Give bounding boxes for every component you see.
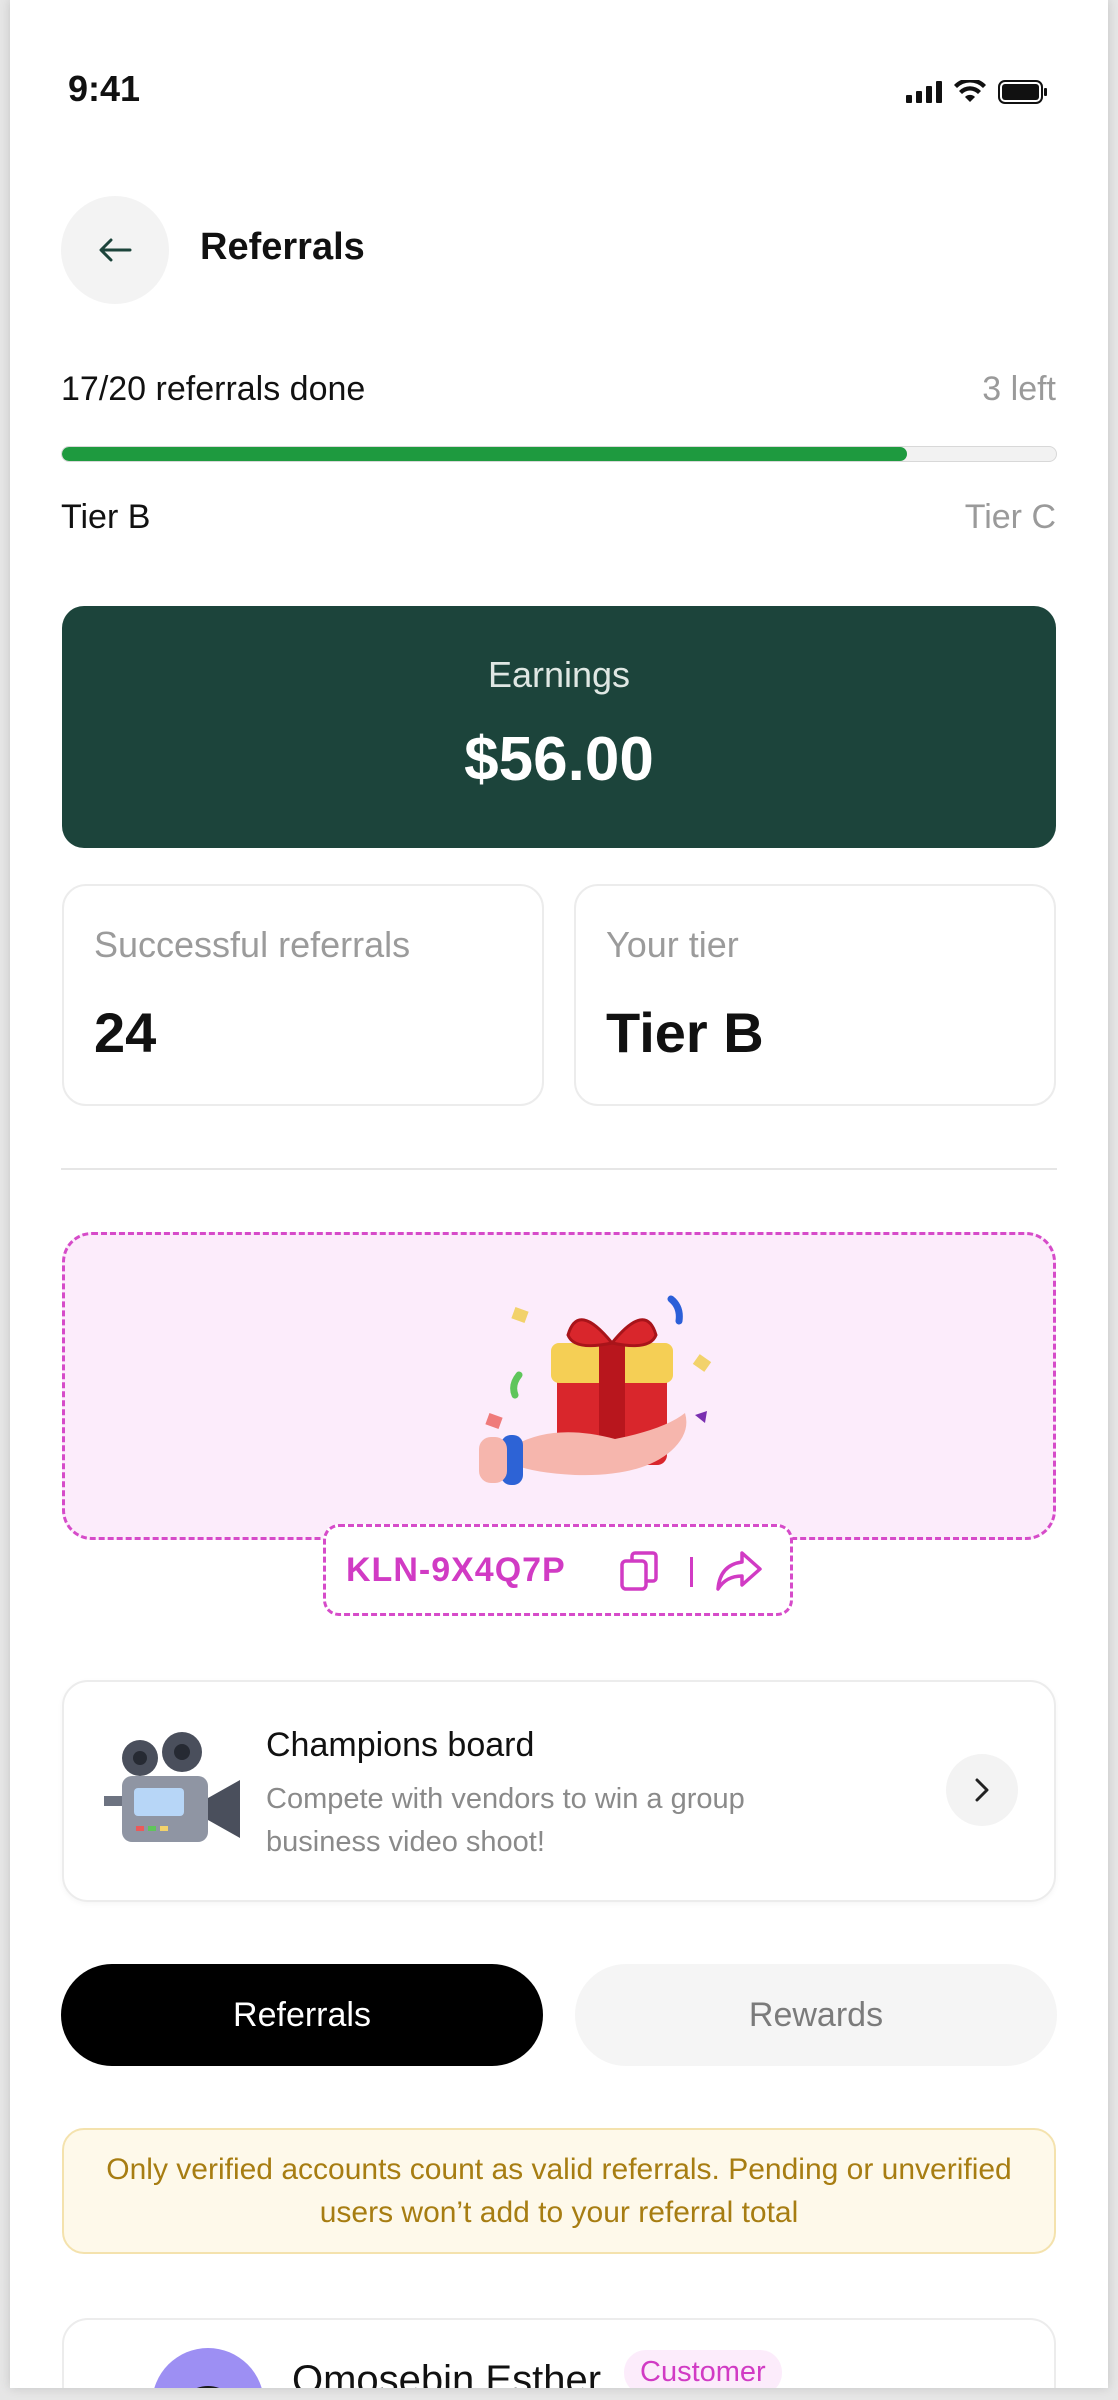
champions-board-title: Champions board: [266, 1726, 535, 1764]
referral-name: Omosebin Esther: [292, 2358, 602, 2388]
avatar: [152, 2348, 264, 2388]
referral-promo-banner: [62, 1232, 1056, 1540]
stat-value: Tier B: [606, 1001, 764, 1064]
signal-icon: [906, 81, 942, 103]
referral-list-item[interactable]: Omosebin Esther Customer: [62, 2318, 1056, 2388]
next-tier-label: Tier C: [964, 498, 1056, 536]
champions-board-description: Compete with vendors to win a group busi…: [266, 1783, 745, 1858]
successful-referrals-card: Successful referrals 24: [62, 884, 544, 1106]
referral-code: KLN-9X4Q7P: [346, 1550, 566, 1589]
status-time: 9:41: [68, 68, 141, 109]
earnings-value: $56.00: [464, 725, 654, 794]
champions-board-open-button[interactable]: [946, 1754, 1018, 1826]
status-bar: 9:41: [10, 0, 1108, 190]
battery-icon: [998, 80, 1047, 104]
divider: [61, 1168, 1057, 1170]
video-camera-icon: [104, 1732, 240, 1842]
stat-value: 24: [94, 1001, 157, 1064]
status-icons: [906, 80, 1048, 104]
earnings-card: Earnings $56.00: [62, 606, 1056, 848]
verification-notice: Only verified accounts count as valid re…: [62, 2128, 1056, 2254]
current-tier-label: Tier B: [61, 498, 151, 536]
referral-code-chip: KLN-9X4Q7P: [323, 1524, 793, 1616]
referral-progress-fill: [62, 447, 907, 461]
stat-label: Your tier: [606, 924, 739, 965]
verification-notice-text: Only verified accounts count as valid re…: [106, 2153, 1012, 2229]
page-title: Referrals: [200, 226, 365, 268]
code-separator: [690, 1557, 693, 1587]
arrow-left-icon: [99, 238, 132, 262]
referrals-remaining: 3 left: [982, 370, 1056, 408]
stat-label: Successful referrals: [94, 924, 411, 965]
avatar-illustration: [196, 2386, 220, 2388]
earnings-label: Earnings: [487, 654, 631, 695]
back-button[interactable]: [61, 196, 169, 304]
tab-referrals[interactable]: Referrals: [61, 1964, 543, 2066]
share-icon[interactable]: [714, 1547, 764, 1595]
referral-progress-text: 17/20 referrals done: [61, 370, 366, 408]
chevron-right-icon: [975, 1778, 989, 1802]
referral-progress-bar: [61, 446, 1057, 462]
referral-type-badge: Customer: [624, 2350, 782, 2388]
tab-rewards[interactable]: Rewards: [575, 1964, 1057, 2066]
phone-screen: 9:41 Referrals 17/20 referrals done 3 le…: [10, 0, 1108, 2388]
gift-in-hand-illustration: [479, 1295, 712, 1485]
wifi-icon: [954, 80, 986, 102]
copy-icon[interactable]: [618, 1549, 662, 1593]
your-tier-card: Your tier Tier B: [574, 884, 1056, 1106]
champions-board-card[interactable]: Champions board Compete with vendors to …: [62, 1680, 1056, 1902]
